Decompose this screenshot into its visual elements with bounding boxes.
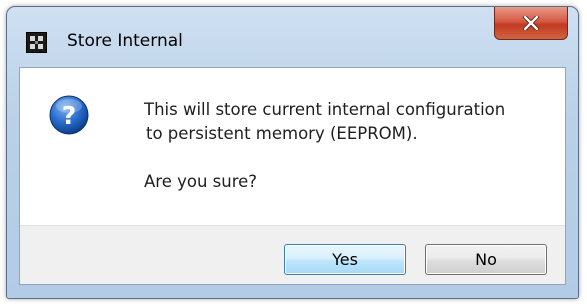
- question-icon: ?: [49, 95, 89, 135]
- message-line-1: This will store current internal configu…: [144, 100, 506, 119]
- no-button[interactable]: No: [425, 244, 547, 275]
- button-bar: Yes No: [20, 225, 565, 284]
- dialog-content: ? This will store current internal confi…: [19, 67, 566, 285]
- window-title: Store Internal: [67, 31, 183, 51]
- confirmation-question: Are you sure?: [144, 172, 258, 191]
- store-internal-dialog: Store Internal ? This will store current…: [6, 6, 579, 299]
- close-button[interactable]: [494, 7, 568, 40]
- message-line-2: to persistent memory (EEPROM).: [146, 124, 418, 143]
- title-bar[interactable]: Store Internal: [7, 7, 578, 74]
- app-logo-icon: [26, 32, 47, 53]
- message-text: This will store current internal configu…: [144, 98, 505, 194]
- message-area: ? This will store current internal confi…: [20, 68, 565, 225]
- svg-text:?: ?: [62, 101, 77, 130]
- yes-button[interactable]: Yes: [284, 244, 406, 275]
- close-icon: [523, 16, 539, 30]
